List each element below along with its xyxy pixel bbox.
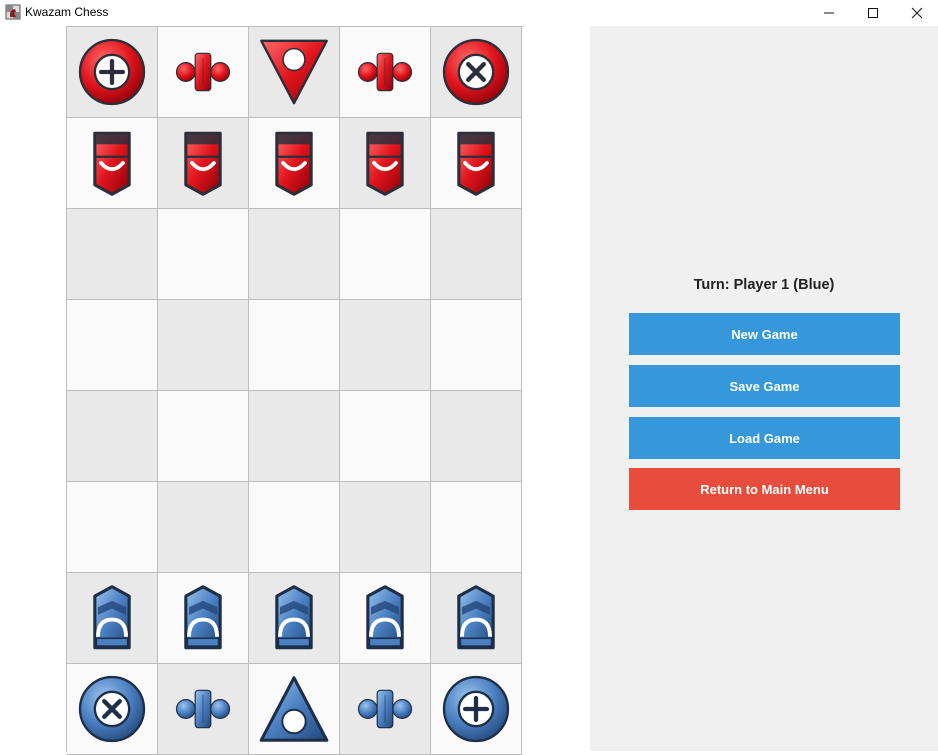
close-icon — [911, 7, 923, 19]
board-square[interactable] — [340, 209, 431, 300]
board-square[interactable] — [158, 209, 249, 300]
blue-ram-piece-icon[interactable] — [255, 579, 333, 657]
side-panel: Turn: Player 1 (Blue) New Game Save Game… — [590, 26, 938, 751]
blue-ram-piece-icon[interactable] — [437, 579, 515, 657]
board-square[interactable] — [249, 573, 340, 664]
board-square[interactable] — [249, 300, 340, 391]
red-biz-piece-icon[interactable] — [164, 33, 242, 111]
board-square[interactable] — [158, 482, 249, 573]
close-button[interactable] — [894, 0, 938, 26]
board-square[interactable] — [340, 27, 431, 118]
board-square[interactable] — [340, 664, 431, 755]
load-game-button[interactable]: Load Game — [629, 417, 900, 459]
board-square[interactable] — [249, 664, 340, 755]
board-square[interactable] — [67, 300, 158, 391]
minimize-button[interactable] — [806, 0, 852, 26]
board-square[interactable] — [431, 209, 522, 300]
maximize-icon — [868, 8, 878, 18]
board-square[interactable] — [249, 27, 340, 118]
board-square[interactable] — [431, 118, 522, 209]
window-title: Kwazam Chess — [25, 5, 109, 19]
red-ram-piece-icon[interactable] — [346, 124, 424, 202]
board-square[interactable] — [431, 664, 522, 755]
board-square[interactable] — [340, 300, 431, 391]
blue-biz-piece-icon[interactable] — [346, 670, 424, 748]
board-square[interactable] — [431, 27, 522, 118]
board-square[interactable] — [249, 391, 340, 482]
board-square[interactable] — [249, 118, 340, 209]
red-ram-piece-icon[interactable] — [255, 124, 333, 202]
board-square[interactable] — [158, 27, 249, 118]
board-square[interactable] — [340, 391, 431, 482]
app-chess-icon — [5, 4, 21, 20]
board-square[interactable] — [340, 482, 431, 573]
board-square[interactable] — [158, 573, 249, 664]
red-tor-piece-icon[interactable] — [73, 33, 151, 111]
blue-xor-piece-icon[interactable] — [73, 670, 151, 748]
game-board — [66, 26, 523, 755]
board-square[interactable] — [158, 300, 249, 391]
red-biz-piece-icon[interactable] — [346, 33, 424, 111]
blue-biz-piece-icon[interactable] — [164, 670, 242, 748]
blue-sau-piece-icon[interactable] — [255, 670, 333, 748]
red-ram-piece-icon[interactable] — [437, 124, 515, 202]
board-square[interactable] — [67, 209, 158, 300]
save-game-button[interactable]: Save Game — [629, 365, 900, 407]
board-square[interactable] — [67, 391, 158, 482]
main-menu-button[interactable]: Return to Main Menu — [629, 468, 900, 510]
turn-indicator: Turn: Player 1 (Blue) — [693, 277, 835, 293]
board-square[interactable] — [431, 300, 522, 391]
board-square[interactable] — [340, 573, 431, 664]
board-square[interactable] — [158, 391, 249, 482]
blue-ram-piece-icon[interactable] — [346, 579, 424, 657]
board-square[interactable] — [340, 118, 431, 209]
board-square[interactable] — [431, 482, 522, 573]
board-square[interactable] — [67, 482, 158, 573]
maximize-button[interactable] — [850, 0, 896, 26]
board-square[interactable] — [431, 391, 522, 482]
board-square[interactable] — [158, 118, 249, 209]
blue-ram-piece-icon[interactable] — [73, 579, 151, 657]
new-game-button[interactable]: New Game — [629, 313, 900, 355]
board-square[interactable] — [158, 664, 249, 755]
red-sau-piece-icon[interactable] — [255, 33, 333, 111]
board-square[interactable] — [249, 482, 340, 573]
title-bar: Kwazam Chess — [0, 0, 938, 26]
board-square[interactable] — [431, 573, 522, 664]
board-square[interactable] — [67, 573, 158, 664]
board-square[interactable] — [67, 27, 158, 118]
blue-ram-piece-icon[interactable] — [164, 579, 242, 657]
board-square[interactable] — [249, 209, 340, 300]
red-ram-piece-icon[interactable] — [73, 124, 151, 202]
red-xor-piece-icon[interactable] — [437, 33, 515, 111]
board-square[interactable] — [67, 664, 158, 755]
board-square[interactable] — [67, 118, 158, 209]
blue-tor-piece-icon[interactable] — [437, 670, 515, 748]
minimize-icon — [824, 12, 834, 14]
red-ram-piece-icon[interactable] — [164, 124, 242, 202]
